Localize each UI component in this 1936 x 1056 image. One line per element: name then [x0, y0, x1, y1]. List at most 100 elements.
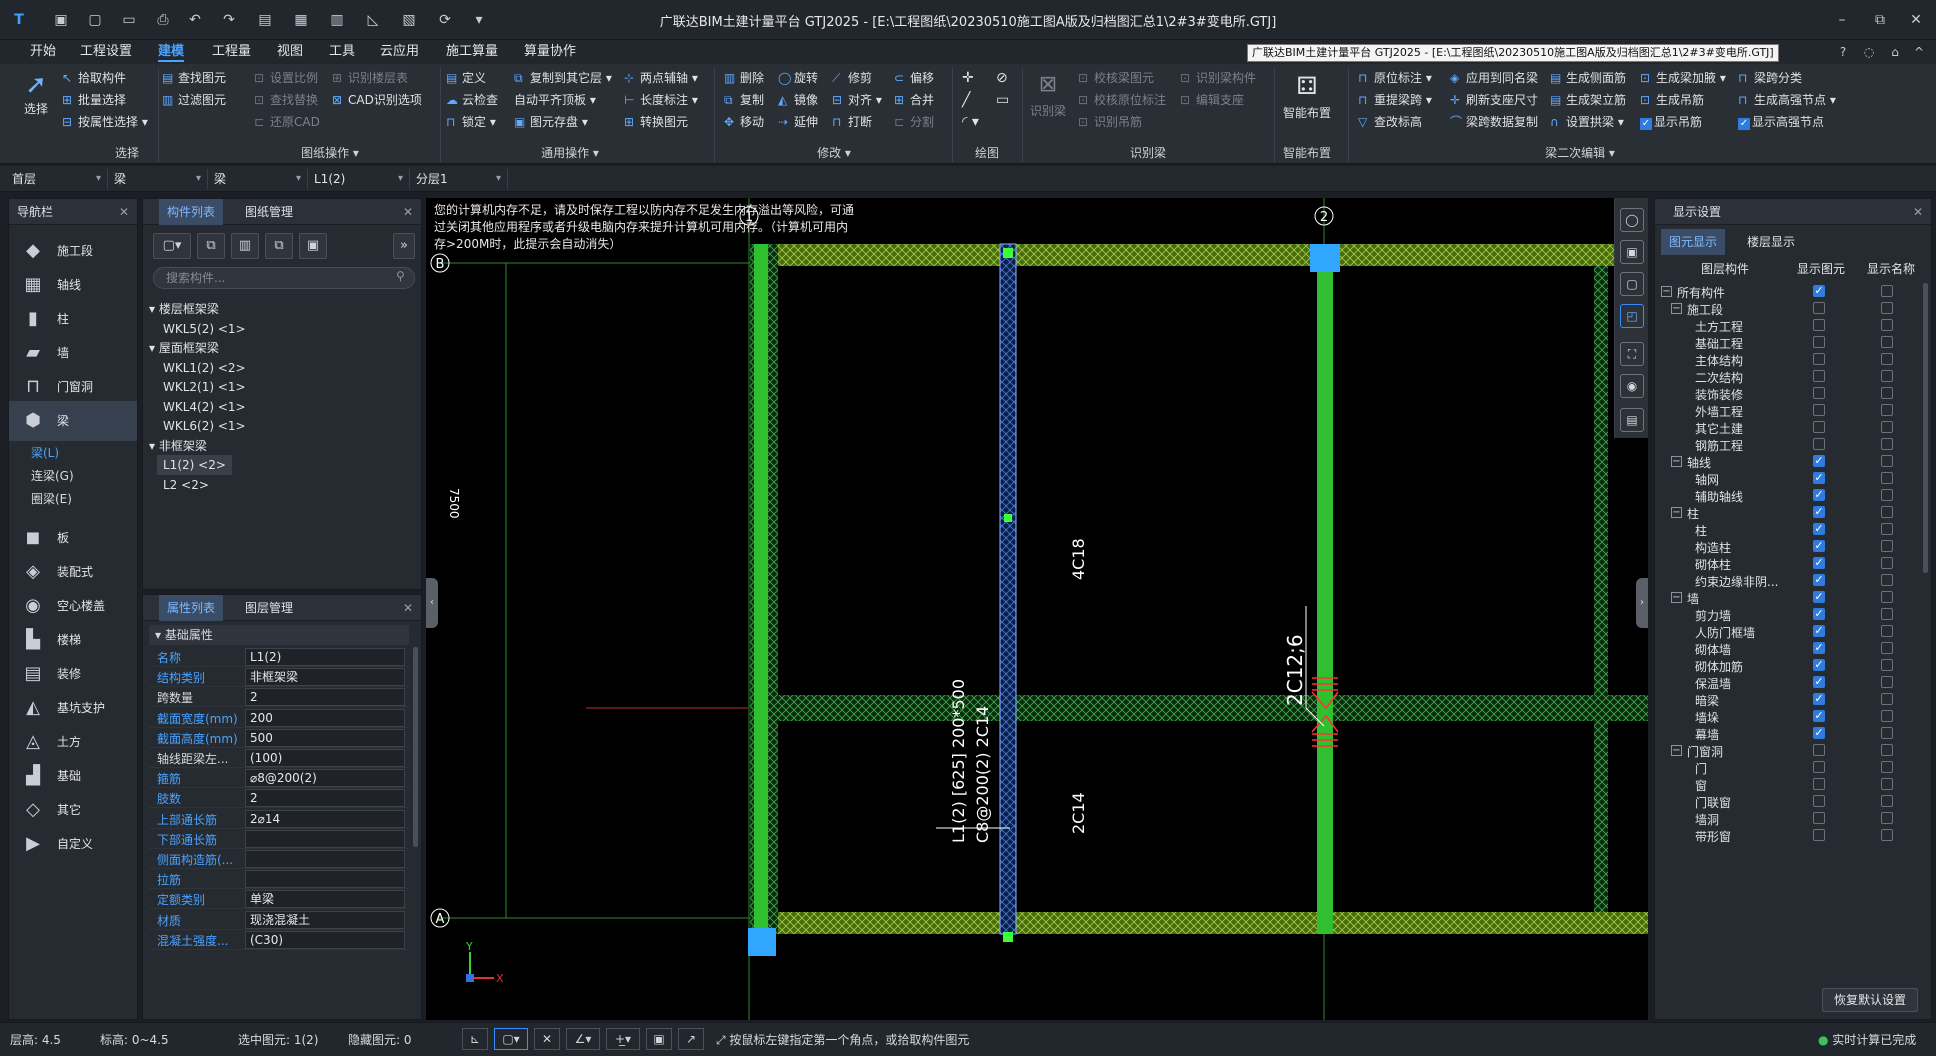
draw-arc-icon[interactable]: ◜ ▾ [962, 112, 979, 132]
check-beam-button[interactable]: ⊡ 校核梁图元 [1078, 68, 1154, 88]
show-name-checkbox[interactable] [1881, 659, 1893, 671]
property-value-field[interactable]: 2 [245, 789, 405, 808]
notes-icon[interactable]: ▤ [1620, 408, 1644, 432]
tab-layer-manage[interactable]: 图层管理 [237, 595, 301, 621]
save-component-button[interactable]: ▣ [299, 233, 327, 259]
show-name-checkbox[interactable] [1881, 319, 1893, 331]
show-name-checkbox[interactable] [1881, 370, 1893, 382]
gen-hanger-button[interactable]: ⊡ 生成吊筋 [1640, 90, 1704, 110]
show-element-checkbox[interactable]: ✓ [1813, 659, 1825, 671]
close-button[interactable]: ✕ [1902, 8, 1930, 32]
show-name-checkbox[interactable] [1881, 302, 1893, 314]
grip-midpoint[interactable] [1004, 514, 1012, 522]
show-name-checkbox[interactable] [1881, 489, 1893, 501]
menu-construction[interactable]: 施工算量 [446, 42, 498, 62]
nav-item-custom[interactable]: ▶ 自定义 [9, 824, 137, 864]
draw-line-icon[interactable]: ╱ [962, 90, 970, 110]
set-scale-button[interactable]: ⊡ 设置比例 [254, 68, 318, 88]
show-name-checkbox[interactable] [1881, 676, 1893, 688]
props-close-icon[interactable]: ✕ [403, 595, 413, 621]
show-name-checkbox[interactable] [1881, 336, 1893, 348]
show-name-checkbox[interactable] [1881, 812, 1893, 824]
reset-default-button[interactable]: 恢复默认设置 [1822, 988, 1918, 1012]
show-element-checkbox[interactable] [1813, 336, 1825, 348]
show-element-checkbox[interactable] [1813, 761, 1825, 773]
beam-axis1[interactable] [754, 244, 768, 934]
show-element-checkbox[interactable] [1813, 421, 1825, 433]
orbit-icon[interactable]: ◯ [1620, 208, 1644, 232]
show-name-checkbox[interactable] [1881, 404, 1893, 416]
define-button[interactable]: ▤ 定义 [446, 68, 486, 88]
type-select[interactable]: 梁 [210, 169, 308, 189]
menu-collab[interactable]: 算量协作 [524, 42, 576, 62]
show-element-checkbox[interactable]: ✓ [1813, 642, 1825, 654]
show-name-checkbox[interactable] [1881, 608, 1893, 620]
collapse-toggle-icon[interactable]: − [1671, 456, 1682, 467]
show-name-checkbox[interactable] [1881, 829, 1893, 841]
snap-icon[interactable]: ▢▾ [494, 1028, 528, 1050]
property-value-field[interactable]: 现浇混凝土 [245, 910, 405, 929]
collapse-toggle-icon[interactable]: − [1671, 592, 1682, 603]
identify-floor-table-button[interactable]: ⊞ 识别楼层表 [332, 68, 408, 88]
show-element-checkbox[interactable]: ✓ [1813, 489, 1825, 501]
tree-group[interactable]: ▾ 非框架梁 [149, 436, 207, 456]
show-hanger-toggle[interactable]: ✓ 显示吊筋 [1640, 112, 1702, 132]
show-element-checkbox[interactable] [1813, 319, 1825, 331]
show-element-checkbox[interactable] [1813, 353, 1825, 365]
identify-hanger-button[interactable]: ⊡ 识别吊筋 [1078, 112, 1142, 132]
select-big-button[interactable]: ➚ 选择 [16, 70, 56, 117]
show-element-checkbox[interactable]: ✓ [1813, 574, 1825, 586]
tree-group[interactable]: ▾ 楼层框架梁 [149, 299, 219, 319]
display-close-icon[interactable]: ✕ [1913, 199, 1923, 225]
show-element-checkbox[interactable]: ✓ [1813, 608, 1825, 620]
check-inplace-button[interactable]: ⊡ 校核原位标注 [1078, 90, 1166, 110]
show-name-checkbox[interactable] [1881, 591, 1893, 603]
show-element-checkbox[interactable]: ✓ [1813, 625, 1825, 637]
show-name-checkbox[interactable] [1881, 574, 1893, 586]
cad-options-button[interactable]: ⊠ CAD识别选项 [332, 90, 422, 110]
show-element-checkbox[interactable]: ✓ [1813, 540, 1825, 552]
edit-support-button[interactable]: ⊡ 编辑支座 [1180, 90, 1244, 110]
show-name-checkbox[interactable] [1881, 540, 1893, 552]
show-name-checkbox[interactable] [1881, 693, 1893, 705]
tree-item[interactable]: WKL4(2) <1> [163, 397, 246, 417]
show-name-checkbox[interactable] [1881, 387, 1893, 399]
copy-to-floor-button[interactable]: ⧉ 复制到其它层 ▾ [514, 68, 612, 88]
show-element-checkbox[interactable] [1813, 812, 1825, 824]
dynamic-input-icon[interactable]: +̲▾ [606, 1028, 640, 1050]
beam-middle[interactable] [750, 695, 1648, 721]
show-element-checkbox[interactable] [1813, 795, 1825, 807]
menu-quantities[interactable]: 工程量 [212, 42, 251, 62]
show-hs-node-toggle[interactable]: ✓ 显示高强节点 [1738, 112, 1824, 132]
apply-same-beam-button[interactable]: ◈ 应用到同名梁 [1450, 68, 1538, 88]
extend-button[interactable]: ⇢ 延伸 [778, 112, 818, 132]
show-element-checkbox[interactable] [1813, 778, 1825, 790]
show-element-checkbox[interactable] [1813, 829, 1825, 841]
ortho-icon[interactable]: ⊾ [462, 1028, 488, 1050]
split-button[interactable]: ⊏ 分割 [894, 112, 934, 132]
property-value-field[interactable] [245, 870, 405, 889]
show-element-checkbox[interactable]: ✓ [1813, 285, 1825, 297]
property-value-field[interactable]: 2 [245, 688, 405, 707]
tree-item[interactable]: L2 <2> [163, 475, 209, 495]
beam-right[interactable] [1594, 266, 1608, 912]
beam-axis2[interactable] [1317, 244, 1333, 934]
property-value-field[interactable] [245, 829, 405, 848]
help-icon[interactable]: ? [1832, 41, 1854, 63]
property-value-field[interactable]: (C30) [245, 930, 405, 949]
beam-l1-selected[interactable] [999, 243, 1017, 935]
delete-button[interactable]: ▥ 删除 [724, 68, 764, 88]
inplace-dim-button[interactable]: ⊓ 原位标注 ▾ [1358, 68, 1432, 88]
offset-button[interactable]: ⊂ 偏移 [894, 68, 934, 88]
show-name-checkbox[interactable] [1881, 727, 1893, 739]
ribbon-collapse-icon[interactable]: ^ [1908, 41, 1930, 63]
show-element-checkbox[interactable]: ✓ [1813, 455, 1825, 467]
refresh-support-button[interactable]: ✛ 刷新支座尺寸 [1450, 90, 1538, 110]
tab-element-display[interactable]: 图元显示 [1661, 229, 1726, 255]
show-element-checkbox[interactable]: ✓ [1813, 676, 1825, 688]
props-section-header[interactable]: ▾ 基础属性 [149, 625, 409, 645]
property-value-field[interactable]: 500 [245, 728, 405, 747]
identify-beam-big-button[interactable]: ⊠ 识别梁 [1026, 68, 1070, 119]
search-input[interactable]: 搜索构件... [153, 267, 415, 289]
span-classify-button[interactable]: ⊓ 梁跨分类 [1738, 68, 1802, 88]
